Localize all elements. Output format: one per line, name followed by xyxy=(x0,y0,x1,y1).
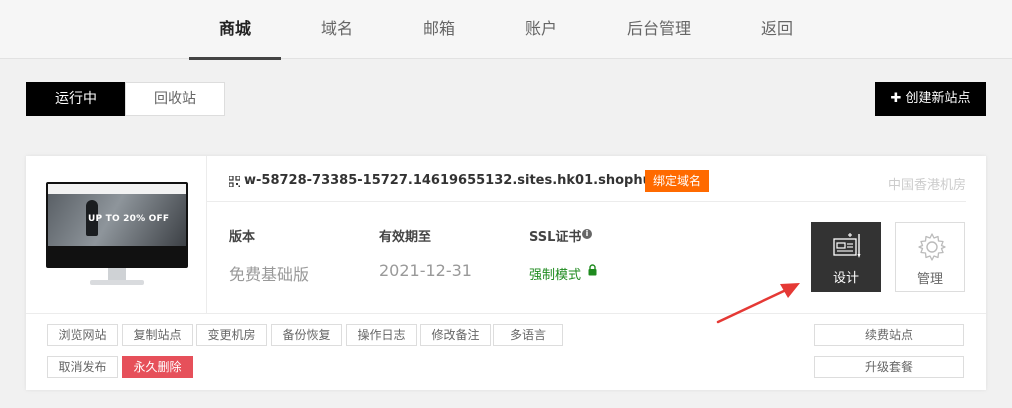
monitor-screen: UP TO 20% OFF xyxy=(46,182,188,268)
create-site-button[interactable]: ✚ 创建新站点 xyxy=(875,82,986,116)
manage-label: 管理 xyxy=(916,272,943,287)
tab-back[interactable]: 返回 xyxy=(731,0,823,59)
create-site-label: 创建新站点 xyxy=(905,91,971,106)
tab-account[interactable]: 账户 xyxy=(495,0,587,59)
design-label: 设计 xyxy=(832,271,859,286)
version-label: 版本 xyxy=(229,230,256,245)
divider xyxy=(206,156,207,313)
lock-icon xyxy=(588,264,597,276)
tab-domain[interactable]: 域名 xyxy=(291,0,383,59)
tab-mall[interactable]: 商城 xyxy=(189,0,281,60)
qrcode-icon[interactable] xyxy=(229,176,240,187)
multi-language-button[interactable]: 多语言 xyxy=(493,324,563,346)
site-thumbnail[interactable]: UP TO 20% OFF xyxy=(46,182,188,288)
plus-icon: ✚ xyxy=(890,91,902,106)
site-card: UP TO 20% OFF w-58728-73385-15727.146196… xyxy=(26,156,986,390)
top-nav: 商城 域名 邮箱 账户 后台管理 返回 xyxy=(0,0,1012,60)
expiry-value: 2021-12-31 xyxy=(379,261,472,280)
renew-site-button[interactable]: 续费站点 xyxy=(814,324,964,346)
unpublish-button[interactable]: 取消发布 xyxy=(47,356,118,378)
ssl-mode-value: 强制模式 xyxy=(529,268,582,283)
thumbnail-headline: UP TO 20% OFF xyxy=(88,214,170,224)
delete-permanently-button[interactable]: 永久删除 xyxy=(122,356,193,378)
upgrade-plan-button[interactable]: 升级套餐 xyxy=(814,356,964,378)
copy-site-button[interactable]: 复制站点 xyxy=(122,324,193,346)
manage-button[interactable]: 管理 xyxy=(895,222,965,292)
change-server-button[interactable]: 变更机房 xyxy=(196,324,267,346)
running-toggle[interactable]: 运行中 xyxy=(26,82,126,116)
gear-icon xyxy=(918,233,946,261)
divider xyxy=(26,313,986,314)
operation-log-button[interactable]: 操作日志 xyxy=(346,324,417,346)
info-icon[interactable]: i xyxy=(582,229,592,239)
browse-site-button[interactable]: 浏览网站 xyxy=(47,324,118,346)
divider xyxy=(207,201,966,202)
tab-mailbox[interactable]: 邮箱 xyxy=(393,0,485,59)
expiry-label: 有效期至 xyxy=(379,230,432,245)
tab-admin[interactable]: 后台管理 xyxy=(613,0,705,59)
backup-restore-button[interactable]: 备份恢复 xyxy=(271,324,342,346)
bind-domain-button[interactable]: 绑定域名 xyxy=(645,170,710,192)
site-domain: w-58728-73385-15727.14619655132.sites.hk… xyxy=(244,173,700,188)
ssl-label: SSL证书 xyxy=(529,230,582,245)
design-button[interactable]: 设计 xyxy=(811,222,881,292)
server-region: 中国香港机房 xyxy=(887,178,966,193)
edit-note-button[interactable]: 修改备注 xyxy=(420,324,491,346)
recycle-bin-toggle[interactable]: 回收站 xyxy=(125,82,225,116)
version-value: 免费基础版 xyxy=(229,265,310,284)
design-icon xyxy=(833,233,861,258)
